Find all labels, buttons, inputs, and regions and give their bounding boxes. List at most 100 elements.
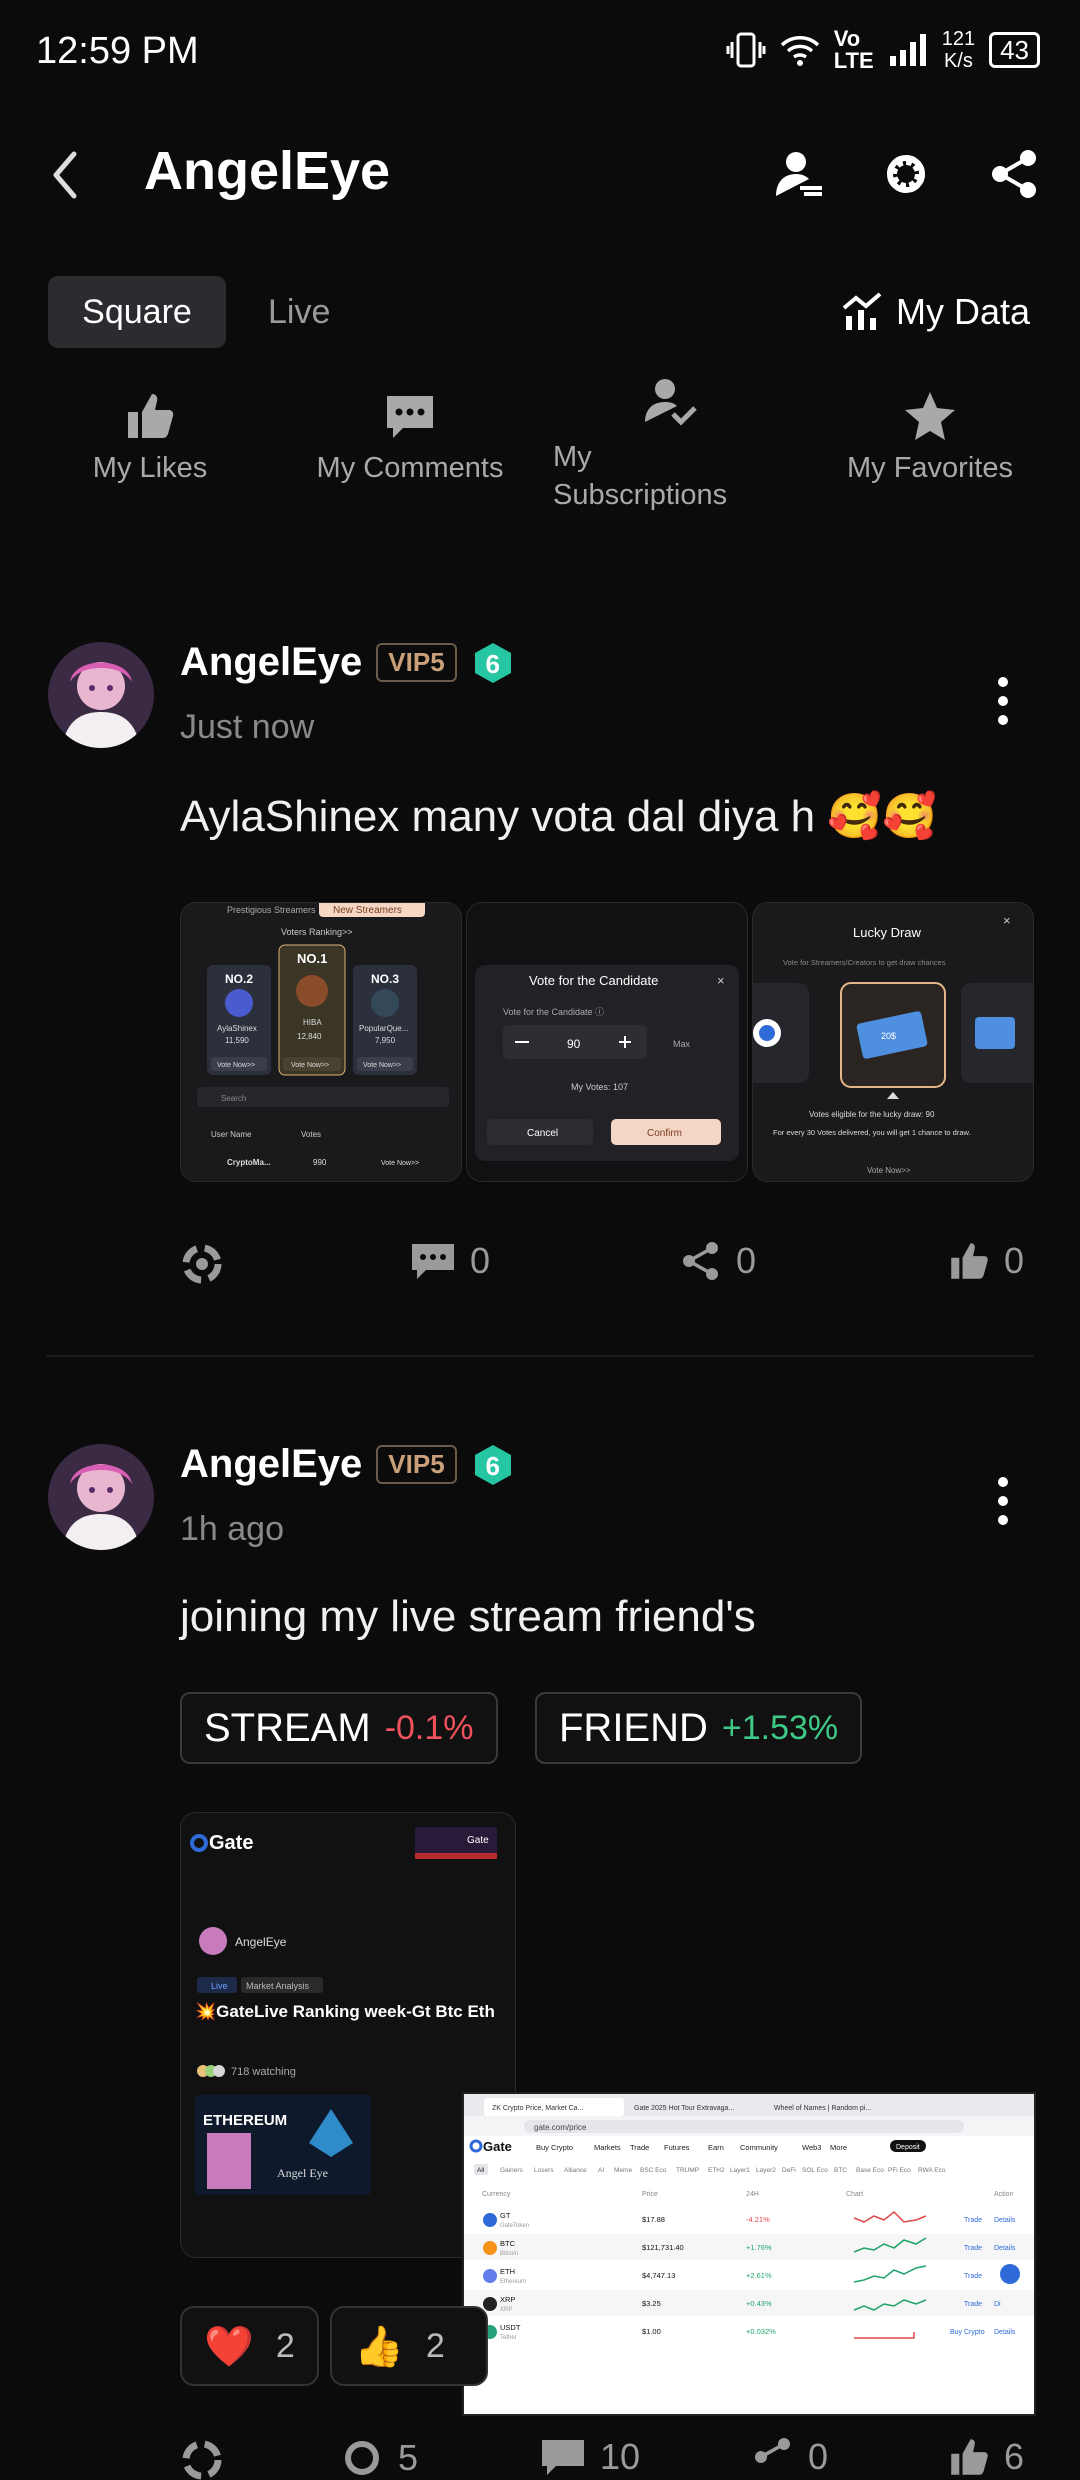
repost-count: 0: [808, 2436, 829, 2477]
pip-nav-5: Community: [740, 2143, 778, 2152]
reaction-heart[interactable]: ❤️ 2: [180, 2306, 319, 2386]
live-banner-name: Angel Eye: [277, 2166, 328, 2180]
subscription-icon: [645, 379, 697, 426]
pip-nav-2: Trade: [630, 2143, 649, 2152]
username[interactable]: AngelEye: [180, 1442, 362, 1487]
img1-rank-3: NO.3: [371, 972, 399, 986]
live-category: Market Analysis: [246, 1981, 310, 1991]
post-time: 1h ago: [180, 1510, 284, 1548]
level-badge: 6: [471, 1443, 515, 1487]
reaction-thumbs-up[interactable]: 👍 2: [330, 2306, 488, 2386]
tag-change: -0.1%: [384, 1708, 474, 1747]
img2-cancel: Cancel: [527, 1128, 558, 1139]
pip-nav-6: Web3: [802, 2143, 821, 2152]
thumbs-up-emoji-icon: 👍: [354, 2324, 404, 2369]
comment-count: 5: [398, 2437, 419, 2478]
img2-title: Vote for the Candidate: [529, 973, 658, 988]
my-favorites-button[interactable]: My Favorites: [830, 390, 1030, 485]
pip-row-sym: XRP: [500, 2295, 515, 2304]
share-post-button[interactable]: 0: [752, 2436, 828, 2478]
img1-name-1: HIBA: [303, 1018, 322, 1027]
pip-filter-14: Base Eco: [856, 2167, 884, 2174]
img2-max: Max: [673, 1039, 691, 1049]
pip-tab1: ZK Crypto Price, Market Ca...: [492, 2105, 583, 2112]
my-comments-button[interactable]: My Comments: [300, 390, 520, 485]
pip-filter-9: Layer1: [730, 2167, 750, 2174]
back-button[interactable]: [50, 150, 80, 205]
settings-button[interactable]: [880, 148, 932, 200]
coin-tag-stream[interactable]: STREAM -0.1%: [180, 1692, 498, 1764]
voters-ranking-screenshot: Prestigious Streamers New Streamers Vote…: [181, 903, 461, 1181]
my-likes-button[interactable]: My Likes: [70, 390, 230, 485]
like-button[interactable]: 0: [948, 1240, 1024, 1282]
post-avatar[interactable]: [48, 642, 154, 748]
live-brand: Gate: [209, 1832, 253, 1854]
pip-row-trade: Trade: [964, 2273, 982, 2280]
post-avatar[interactable]: [48, 1444, 154, 1550]
share-icon: [683, 1242, 718, 1280]
img1-row-name: CryptoMa...: [227, 1158, 271, 1167]
repost-button[interactable]: [180, 2436, 224, 2480]
svg-text:Gate: Gate: [483, 2139, 512, 2154]
pip-filter-2: Losers: [534, 2167, 554, 2174]
tag-name: STREAM: [204, 1705, 371, 1750]
img1-name-2: AylaShinex: [217, 1024, 257, 1033]
pip-row-name: GateToken: [500, 2223, 529, 2229]
thumb-up-icon: [951, 2439, 988, 2475]
img3-subtitle: Vote for Streamers/Creators to get draw …: [783, 958, 946, 967]
pip-row-change: +0.032%: [746, 2327, 776, 2336]
tag-name: FRIEND: [559, 1705, 708, 1750]
coin-tag-friend[interactable]: FRIEND +1.53%: [535, 1692, 863, 1764]
comment-button[interactable]: 10: [540, 2436, 640, 2478]
share-post-button[interactable]: 0: [680, 1240, 756, 1282]
post-menu-button[interactable]: [996, 1476, 1010, 1531]
like-button[interactable]: 6: [948, 2436, 1024, 2478]
net-rate-unit: K/s: [943, 50, 973, 72]
pip-row-sym: BTC: [500, 2239, 516, 2248]
profile-button[interactable]: [774, 148, 826, 200]
pip-filter-7: TRUMP: [676, 2167, 699, 2174]
img3-ticket: 20$: [881, 1031, 896, 1041]
pip-filter-10: Layer2: [756, 2167, 776, 2174]
heart-icon: ❤️: [204, 2324, 254, 2369]
my-data-label: My Data: [895, 291, 1030, 332]
img2-my-votes: My Votes: 107: [571, 1082, 628, 1092]
pip-filter-16: RWA Eco: [918, 2167, 946, 2174]
comment-button[interactable]: 0: [410, 1240, 490, 1282]
tab-square[interactable]: Square: [48, 276, 226, 348]
pip-row-trade: Trade: [964, 2217, 982, 2224]
post-author-row: AngelEye VIP5 6: [180, 1442, 515, 1487]
lucky-draw-screenshot: Lucky Draw × Vote for Streamers/Creators…: [753, 903, 1033, 1181]
post-menu-button[interactable]: [996, 676, 1010, 731]
status-time: 12:59 PM: [36, 30, 199, 72]
pip-nav-7: More: [830, 2143, 847, 2152]
pip-filter-1: Gainers: [500, 2167, 524, 2174]
pip-window[interactable]: ZK Crypto Price, Market Ca... Gate 2025 …: [462, 2092, 1036, 2416]
pip-row-change: +0.43%: [746, 2299, 772, 2308]
post-image-1[interactable]: Prestigious Streamers New Streamers Vote…: [180, 902, 462, 1182]
my-subscriptions-button[interactable]: My Subscriptions: [553, 376, 753, 514]
more-vertical-icon: [998, 677, 1008, 725]
img1-col-votes: Votes: [301, 1130, 321, 1139]
more-vertical-icon: [998, 1477, 1008, 1525]
img1-rank-2: NO.2: [225, 972, 253, 986]
repost-button[interactable]: [180, 1240, 224, 1284]
net-rate-value: 121: [941, 28, 976, 50]
username[interactable]: AngelEye: [180, 640, 362, 685]
pip-col-chart: Chart: [846, 2191, 863, 2198]
post-image-2[interactable]: Vote for the Candidate × Vote for the Ca…: [466, 902, 748, 1182]
view-button[interactable]: 5: [340, 2436, 418, 2480]
my-subscriptions-label: My Subscriptions: [553, 441, 728, 511]
pip-row-details: Details: [994, 2245, 1016, 2252]
share-button[interactable]: [988, 148, 1040, 200]
my-data-button[interactable]: My Data: [842, 276, 1030, 348]
pip-filter-11: DeFi: [782, 2167, 796, 2174]
pip-row-name: Tether: [500, 2335, 517, 2341]
pip-row-price: $1.00: [642, 2327, 661, 2336]
pip-filter-6: BSC Eco: [640, 2167, 667, 2174]
svg-text:×: ×: [717, 973, 725, 988]
post-image-3[interactable]: Lucky Draw × Vote for Streamers/Creators…: [752, 902, 1034, 1182]
tab-live[interactable]: Live: [268, 276, 330, 348]
pip-row-eth: ETH Ethereum $4,747.13 +2.61% Trade: [483, 2264, 1020, 2285]
pip-tab2: Gate 2025 Hot Tour Extravaga...: [634, 2105, 734, 2112]
